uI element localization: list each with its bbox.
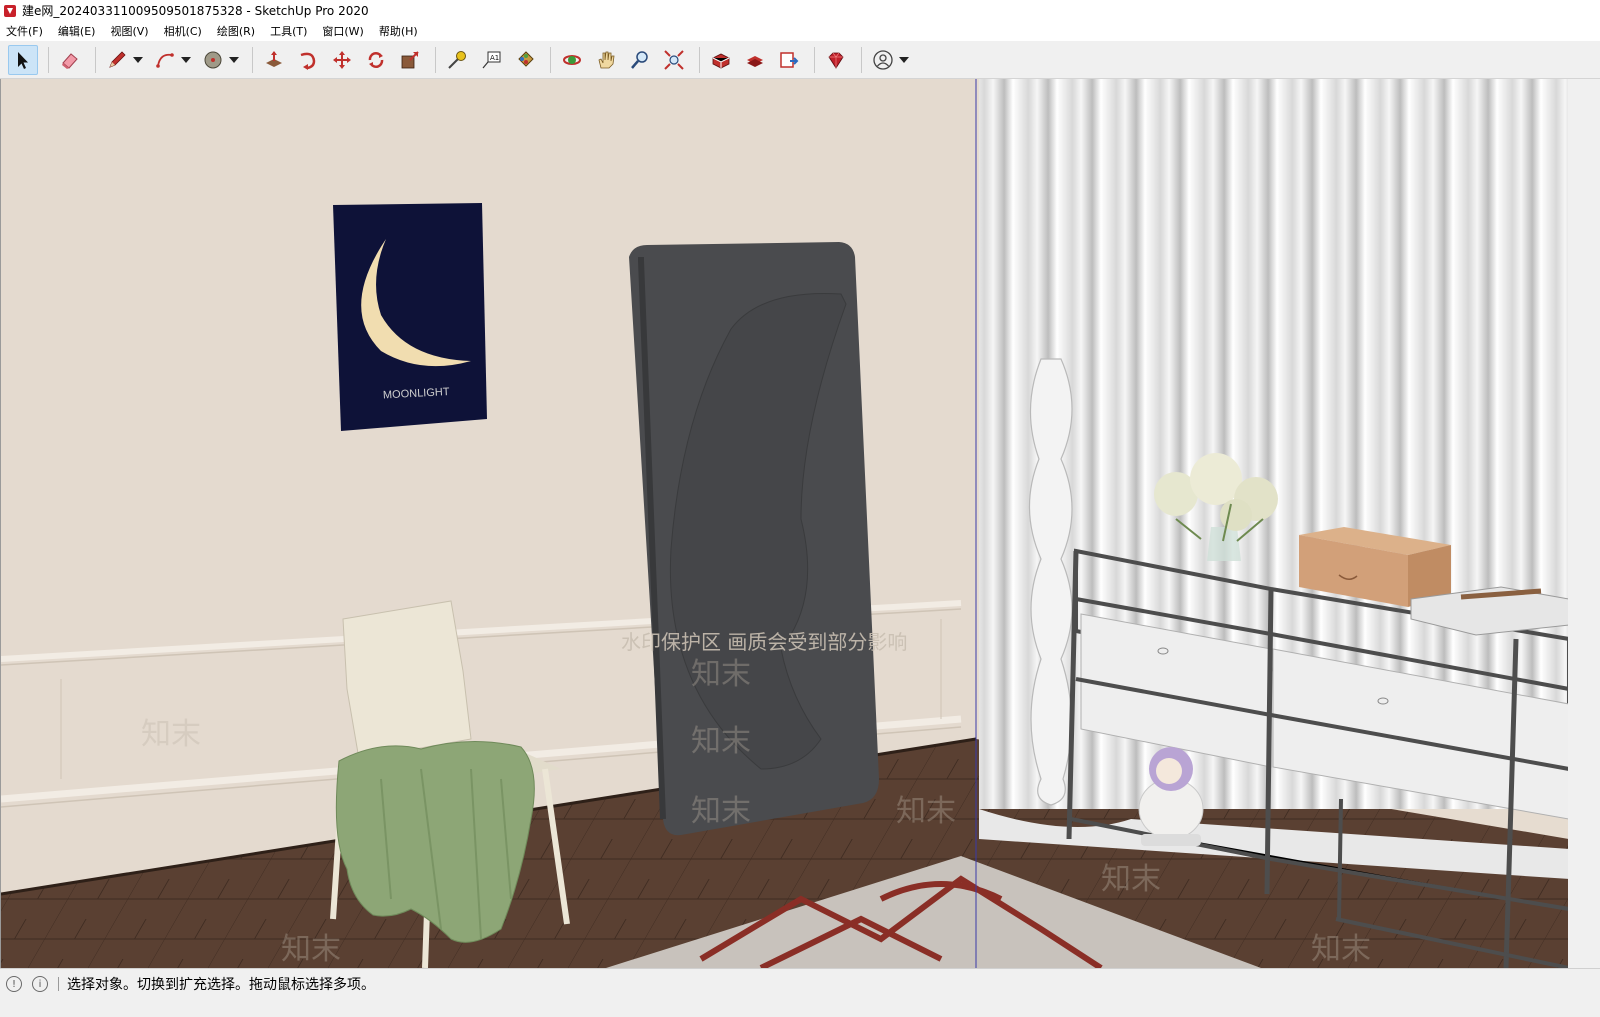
menu-draw[interactable]: 绘图(R)	[217, 23, 255, 39]
caret-down-icon	[133, 56, 143, 63]
send-to-layout-button[interactable]	[774, 45, 804, 75]
toolbar-separator	[435, 46, 436, 73]
viewport-right-margin	[1568, 79, 1600, 968]
line-tool-dropdown[interactable]	[132, 45, 144, 75]
push-pull-tool-button[interactable]	[259, 45, 289, 75]
orbit-tool-button[interactable]	[557, 45, 587, 75]
menu-view[interactable]: 视图(V)	[110, 23, 148, 39]
status-message: 选择对象。切换到扩充选择。拖动鼠标选择多项。	[67, 977, 375, 993]
watermark-logo-text: 知末	[896, 794, 956, 829]
move-tool-button[interactable]	[327, 45, 357, 75]
scene-drawing: MOONLIGHT 水印保护区 画质会受到部分影响 知末 知末 知末 知末 知末…	[1, 79, 1568, 968]
floor-lamp	[1028, 358, 1073, 806]
line-tool-button[interactable]	[102, 45, 132, 75]
select-arrow-icon	[18, 51, 28, 69]
status-separator	[58, 977, 59, 991]
account-button[interactable]	[868, 45, 898, 75]
caret-down-icon	[899, 56, 909, 63]
menu-help[interactable]: 帮助(H)	[379, 23, 418, 39]
shape-tool-button[interactable]	[198, 45, 228, 75]
watermark-logo-text: 知末	[1311, 932, 1371, 967]
extension-warehouse-button[interactable]	[740, 45, 770, 75]
ruby-console-button[interactable]	[821, 45, 851, 75]
menu-bar: 文件(F) 编辑(E) 视图(V) 相机(C) 绘图(R) 工具(T) 窗口(W…	[0, 21, 1600, 41]
push-pull-icon	[266, 50, 282, 67]
ruby-gem-icon	[828, 52, 844, 69]
arc-icon	[156, 52, 174, 68]
menu-edit[interactable]: 编辑(E)	[58, 23, 96, 39]
circle-shape-icon	[204, 51, 222, 68]
follow-me-icon	[300, 52, 316, 70]
watermark-banner: 水印保护区 画质会受到部分影响	[621, 630, 907, 654]
warehouse-icon	[712, 53, 730, 68]
toolbar-separator	[814, 46, 815, 73]
status-bar: ! i 选择对象。切换到扩充选择。拖动鼠标选择多项。	[0, 968, 1600, 999]
rotate-tool-button[interactable]	[361, 45, 391, 75]
hand-pan-icon	[598, 51, 615, 68]
arc-tool-button[interactable]	[150, 45, 180, 75]
tape-measure-tool-button[interactable]	[442, 45, 472, 75]
paint-bucket-tool-button[interactable]	[510, 45, 540, 75]
eraser-tool-button[interactable]	[55, 45, 85, 75]
pencil-icon	[109, 50, 126, 68]
tape-measure-icon	[448, 50, 466, 69]
caret-down-icon	[229, 56, 239, 63]
user-account-icon	[873, 49, 893, 70]
toolbar-separator	[699, 46, 700, 73]
move-arrows-icon	[333, 50, 351, 69]
geolocation-status-icon[interactable]: !	[6, 976, 22, 992]
model-viewport[interactable]: MOONLIGHT 水印保护区 画质会受到部分影响 知末 知末 知末 知末 知末…	[0, 79, 1568, 968]
shape-tool-dropdown[interactable]	[228, 45, 240, 75]
rotate-icon	[368, 51, 384, 68]
magnifier-icon	[631, 50, 648, 69]
credits-info-icon[interactable]: i	[32, 976, 48, 992]
zoom-tool-button[interactable]	[625, 45, 655, 75]
toolbar-separator	[861, 46, 862, 73]
toolbar-separator	[48, 46, 49, 73]
paint-bucket-icon	[518, 50, 534, 67]
account-dropdown[interactable]	[898, 45, 910, 75]
zoom-extents-icon	[664, 49, 684, 70]
menu-camera[interactable]: 相机(C)	[164, 23, 202, 39]
menu-tools[interactable]: 工具(T)	[270, 23, 307, 39]
scale-icon	[401, 50, 419, 68]
leaning-mirror	[629, 242, 879, 836]
caret-down-icon	[181, 56, 191, 63]
sketchup-app-icon	[4, 4, 16, 17]
layout-icon	[780, 51, 799, 68]
watermark-logo-text: 知末	[281, 932, 341, 967]
menu-file[interactable]: 文件(F)	[6, 23, 43, 39]
eraser-icon	[62, 52, 78, 69]
toolbar-separator	[252, 46, 253, 73]
title-bar: 建e网_20240331100950950187532​8 - SketchUp…	[0, 0, 1600, 21]
orbit-icon	[563, 54, 581, 65]
moonlight-poster: MOONLIGHT	[333, 203, 487, 431]
svg-text:A1: A1	[490, 54, 499, 62]
toolbar-separator	[550, 46, 551, 73]
window-title: 建e网_20240331100950950187532​8 - SketchUp…	[22, 4, 369, 18]
text-tool-button[interactable]: A1	[476, 45, 506, 75]
main-toolbar: A1	[0, 41, 1600, 79]
menu-window[interactable]: 窗口(W)	[322, 23, 363, 39]
scale-tool-button[interactable]	[395, 45, 425, 75]
3d-warehouse-button[interactable]	[706, 45, 736, 75]
watermark-logo-text: 知末	[1101, 862, 1161, 897]
text-label-icon: A1	[482, 51, 501, 68]
watermark-logo-text: 知末	[691, 657, 751, 692]
extension-warehouse-icon	[747, 55, 763, 67]
follow-me-tool-button[interactable]	[293, 45, 323, 75]
watermark-logo-text: 知末	[691, 724, 751, 759]
select-tool-button[interactable]	[8, 44, 38, 75]
watermark-logo-text: 知末	[691, 794, 751, 829]
zoom-extents-tool-button[interactable]	[659, 45, 689, 75]
pan-tool-button[interactable]	[591, 45, 621, 75]
toolbar-separator	[95, 46, 96, 73]
arc-tool-dropdown[interactable]	[180, 45, 192, 75]
watermark-logo-text: 知末	[141, 717, 201, 752]
